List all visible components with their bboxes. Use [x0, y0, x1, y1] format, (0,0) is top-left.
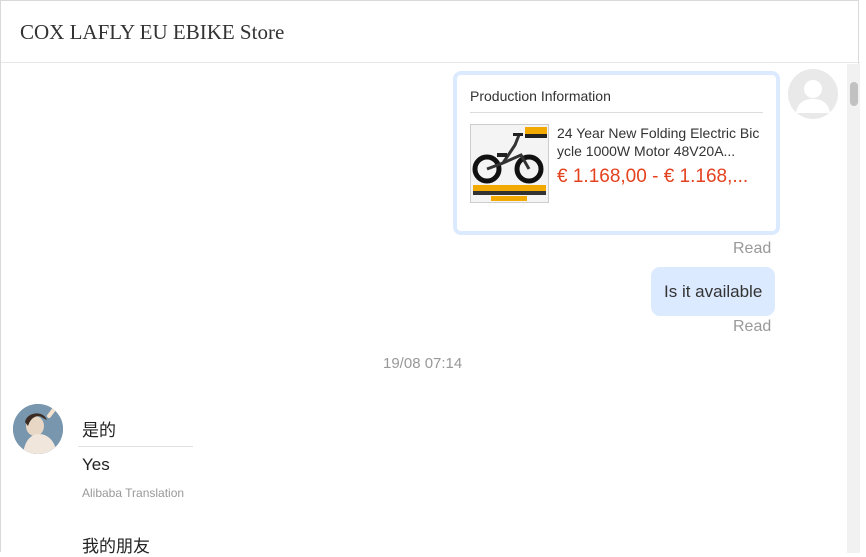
- my-avatar: [788, 69, 838, 119]
- ebike-image: [471, 125, 548, 202]
- product-thumbnail[interactable]: [470, 124, 549, 203]
- chat-header: COX LAFLY EU EBIKE Store: [1, 1, 860, 63]
- product-price: € 1.168,00 - € 1.168,...: [557, 166, 749, 187]
- message-timestamp: 19/08 07:14: [383, 355, 463, 372]
- card-divider: [470, 112, 763, 113]
- card-heading: Production Information: [470, 88, 611, 104]
- read-receipt: Read: [733, 240, 772, 257]
- outgoing-message-bubble: Is it available: [651, 267, 776, 316]
- incoming-message-original: 是的: [82, 421, 116, 440]
- store-title[interactable]: COX LAFLY EU EBIKE Store: [20, 20, 284, 45]
- product-card[interactable]: Production Information 24 Year New Foldi…: [453, 71, 780, 235]
- incoming-message-translation: Yes: [82, 455, 110, 474]
- scrollbar-thumb[interactable]: [850, 82, 858, 106]
- translation-credit: Alibaba Translation: [82, 486, 185, 500]
- chat-window: COX LAFLY EU EBIKE Store Production Info…: [0, 0, 860, 556]
- product-name[interactable]: 24 Year New Folding Electric Bicycle 100…: [557, 124, 764, 160]
- incoming-message-original: 我的朋友: [82, 537, 150, 556]
- user-silhouette-icon: [796, 80, 830, 113]
- seller-photo: [13, 404, 63, 454]
- chat-scrollbar[interactable]: [847, 64, 860, 553]
- seller-avatar[interactable]: [13, 404, 63, 454]
- translation-divider: [78, 446, 193, 447]
- read-receipt: Read: [733, 318, 772, 335]
